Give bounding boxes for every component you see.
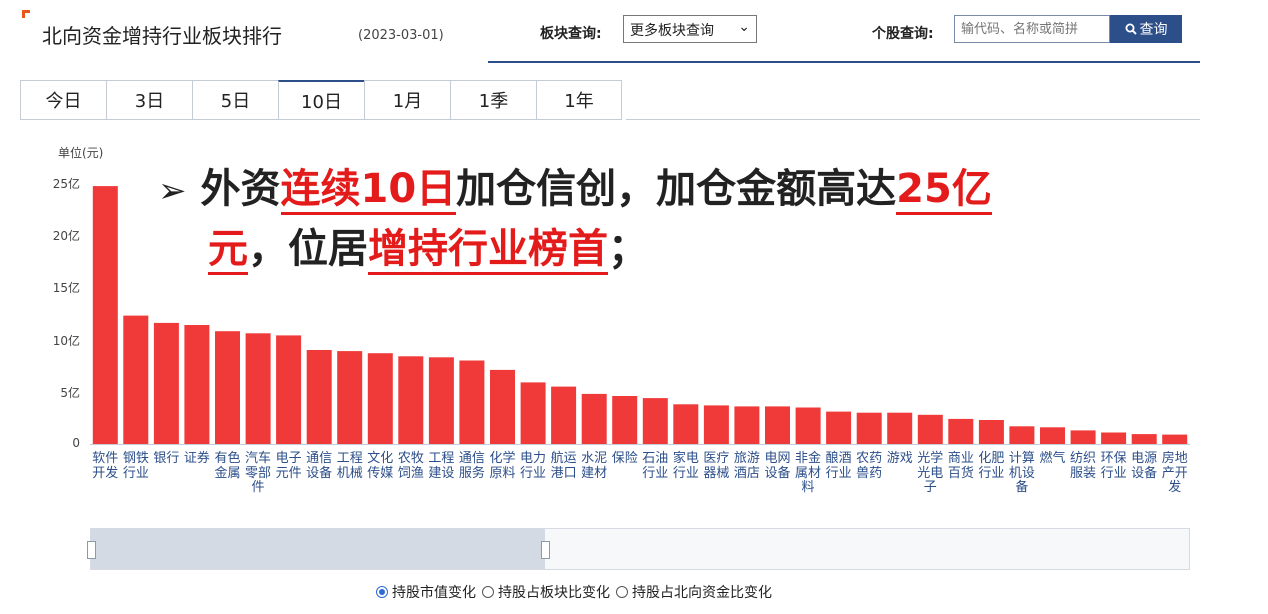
x-tick-label: 航运港口 — [550, 451, 577, 481]
bar[interactable] — [826, 411, 852, 444]
x-tick-label: 工程建设 — [428, 451, 455, 481]
bar[interactable] — [490, 369, 515, 444]
navigator-left-handle[interactable] — [87, 541, 96, 559]
x-tick-label: 电力行业 — [520, 451, 547, 481]
radio-northbound-share-change[interactable]: 持股占北向资金比变化 — [616, 582, 772, 602]
bar[interactable] — [367, 353, 393, 444]
x-tick-label: 电子元件 — [275, 451, 302, 481]
bar[interactable] — [153, 322, 179, 444]
x-tick-label: 文化传媒 — [367, 451, 394, 481]
navigator-right-handle[interactable] — [541, 541, 550, 559]
bar[interactable] — [551, 386, 577, 444]
navigator-window[interactable] — [91, 529, 545, 569]
radio-unselected-icon — [482, 586, 494, 598]
bar[interactable] — [642, 398, 668, 444]
x-tick-label: 通信设备 — [306, 451, 333, 481]
annotation-text: ➢ 外资连续10日加仓信创，加仓金额高达25亿 元，位居增持行业榜首； — [158, 160, 1258, 278]
bar[interactable] — [1131, 434, 1157, 444]
x-tick-label: 光学光电子 — [917, 451, 944, 495]
bar[interactable] — [856, 412, 882, 444]
bar[interactable] — [795, 407, 821, 445]
x-tick-label: 房地产开发 — [1161, 451, 1188, 495]
x-tick-label: 医疗器械 — [703, 451, 730, 481]
x-tick-label: 软件开发 — [92, 451, 119, 481]
x-tick-label: 水泥建材 — [581, 451, 608, 481]
x-tick-label: 农药兽药 — [856, 451, 883, 481]
annotation-part-4: ； — [608, 226, 648, 272]
x-tick-label: 旅游酒店 — [733, 451, 760, 481]
bar[interactable] — [428, 357, 454, 444]
bar[interactable] — [1101, 432, 1127, 445]
bar[interactable] — [276, 335, 302, 444]
bar[interactable] — [459, 360, 485, 445]
bar[interactable] — [581, 393, 607, 444]
x-tick-label: 电源设备 — [1131, 451, 1158, 481]
radio-selected-icon — [376, 586, 388, 598]
bar[interactable] — [1009, 426, 1035, 444]
bar[interactable] — [1070, 430, 1096, 444]
x-tick-label: 商业百货 — [947, 451, 974, 481]
x-tick-label: 计算机设备 — [1008, 451, 1035, 495]
bar[interactable] — [765, 406, 790, 444]
bar[interactable] — [184, 325, 210, 444]
chart-navigator[interactable] — [87, 528, 1190, 570]
bullet-arrow-icon: ➢ — [158, 171, 187, 211]
x-tick-label: 证券 — [183, 451, 210, 466]
x-tick-label: 通信服务 — [458, 451, 485, 481]
radio-sector-share-change[interactable]: 持股占板块比变化 — [482, 582, 610, 602]
annotation-part-1: 外资 — [200, 166, 281, 212]
annotation-highlight-2: 25亿 — [896, 166, 992, 215]
bar[interactable] — [917, 414, 943, 444]
bar[interactable] — [306, 350, 332, 444]
annotation-part-3: ，位居 — [248, 226, 368, 272]
x-tick-label: 银行 — [153, 451, 180, 466]
radio-label: 持股占板块比变化 — [498, 585, 610, 601]
radio-label: 持股市值变化 — [392, 585, 476, 601]
bar[interactable] — [1162, 434, 1188, 444]
annotation-highlight-1: 连续10日 — [280, 166, 457, 215]
x-tick-label: 化学原料 — [489, 451, 516, 481]
bar[interactable] — [703, 405, 729, 444]
bar[interactable] — [612, 396, 638, 444]
bar[interactable] — [1040, 427, 1065, 444]
x-tick-label: 游戏 — [886, 451, 913, 466]
x-tick-label: 工程机械 — [336, 451, 363, 481]
x-tick-label: 汽车零部件 — [245, 451, 272, 495]
x-tick-label: 酿酒行业 — [825, 451, 852, 481]
x-tick-label: 农牧饲渔 — [397, 451, 424, 481]
bar[interactable] — [978, 420, 1004, 444]
x-tick-label: 有色金属 — [214, 451, 241, 481]
annotation-highlight-4: 增持行业榜首 — [368, 226, 608, 275]
radio-unselected-icon — [616, 586, 628, 598]
bar[interactable] — [245, 333, 271, 444]
metric-radio-group: 持股市值变化 持股占板块比变化 持股占北向资金比变化 — [376, 582, 772, 602]
bar[interactable] — [887, 412, 913, 444]
bar[interactable] — [215, 331, 240, 444]
x-tick-label: 化肥行业 — [978, 451, 1005, 481]
bar[interactable] — [398, 356, 424, 444]
bar[interactable] — [92, 186, 118, 444]
bar[interactable] — [337, 351, 363, 444]
x-tick-label: 燃气 — [1039, 451, 1066, 466]
bar[interactable] — [520, 382, 546, 444]
x-tick-label: 纺织服装 — [1070, 451, 1097, 481]
bar[interactable] — [948, 418, 974, 444]
x-tick-label: 保险 — [611, 451, 638, 466]
x-tick-label: 钢铁行业 — [122, 451, 149, 481]
x-tick-label: 家电行业 — [672, 451, 699, 481]
x-tick-label: 环保行业 — [1100, 451, 1127, 481]
annotation-highlight-3: 元 — [208, 226, 248, 275]
x-tick-label: 石油行业 — [642, 451, 669, 481]
bar[interactable] — [123, 315, 149, 444]
x-tick-label: 非金属材料 — [795, 451, 822, 495]
radio-label: 持股占北向资金比变化 — [632, 585, 772, 601]
bar[interactable] — [734, 406, 760, 444]
bar[interactable] — [673, 404, 699, 444]
x-tick-label: 电网设备 — [764, 451, 791, 481]
radio-market-value-change[interactable]: 持股市值变化 — [376, 582, 476, 602]
annotation-part-2: 加仓信创，加仓金额高达 — [456, 166, 897, 212]
